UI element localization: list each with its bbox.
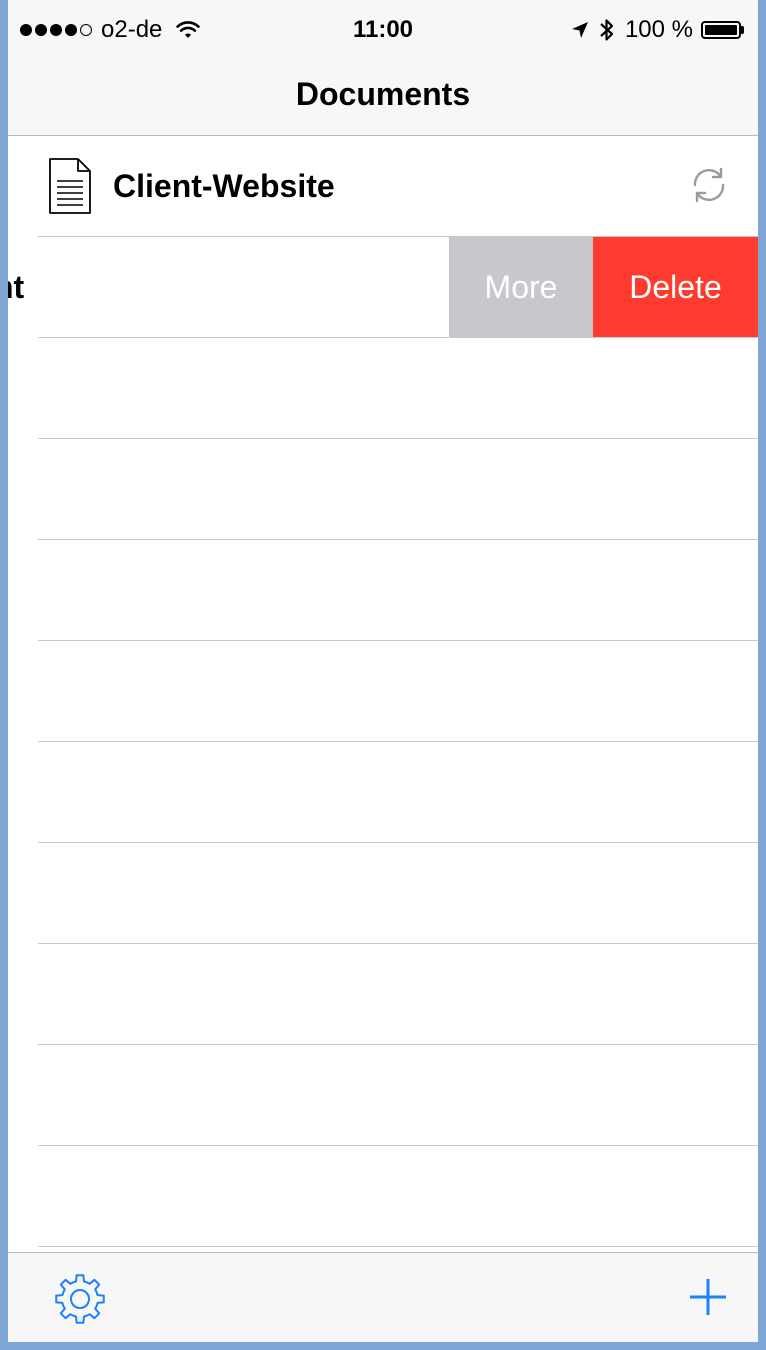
navigation-bar: Documents <box>8 56 758 136</box>
battery-percent: 100 % <box>624 16 693 43</box>
empty-row <box>8 1045 758 1146</box>
app-frame: o2-de 11:00 100 % Documents Client-Websi… <box>8 0 758 1342</box>
empty-row <box>8 338 758 439</box>
row-separator <box>38 1246 758 1247</box>
status-bar: o2-de 11:00 100 % <box>8 0 758 56</box>
empty-row <box>8 439 758 540</box>
empty-row <box>8 843 758 944</box>
empty-row <box>8 641 758 742</box>
empty-row <box>8 944 758 1045</box>
document-title: nt <box>8 269 25 305</box>
empty-row <box>8 742 758 843</box>
document-list[interactable]: Client-Website nt More Delete <box>8 136 758 1247</box>
document-row-swiped[interactable]: nt More Delete <box>8 237 758 338</box>
more-button[interactable]: More <box>449 237 593 338</box>
page-title: Documents <box>295 76 471 112</box>
bluetooth-icon <box>600 19 614 41</box>
empty-row <box>8 1146 758 1247</box>
document-title: Client-Website <box>113 168 335 204</box>
battery-icon <box>701 21 744 39</box>
bottom-toolbar <box>8 1252 758 1342</box>
document-icon <box>49 158 91 214</box>
swiped-row-content[interactable]: nt <box>8 237 422 337</box>
gear-icon[interactable] <box>52 1271 108 1327</box>
plus-icon[interactable] <box>688 1277 728 1317</box>
swipe-actions: More Delete <box>449 237 758 338</box>
document-row-client-website[interactable]: Client-Website <box>8 136 758 237</box>
empty-row <box>8 540 758 641</box>
location-arrow-icon <box>571 22 588 38</box>
sync-icon[interactable] <box>690 166 728 204</box>
status-right: 100 % <box>571 16 744 44</box>
delete-button[interactable]: Delete <box>593 237 758 338</box>
